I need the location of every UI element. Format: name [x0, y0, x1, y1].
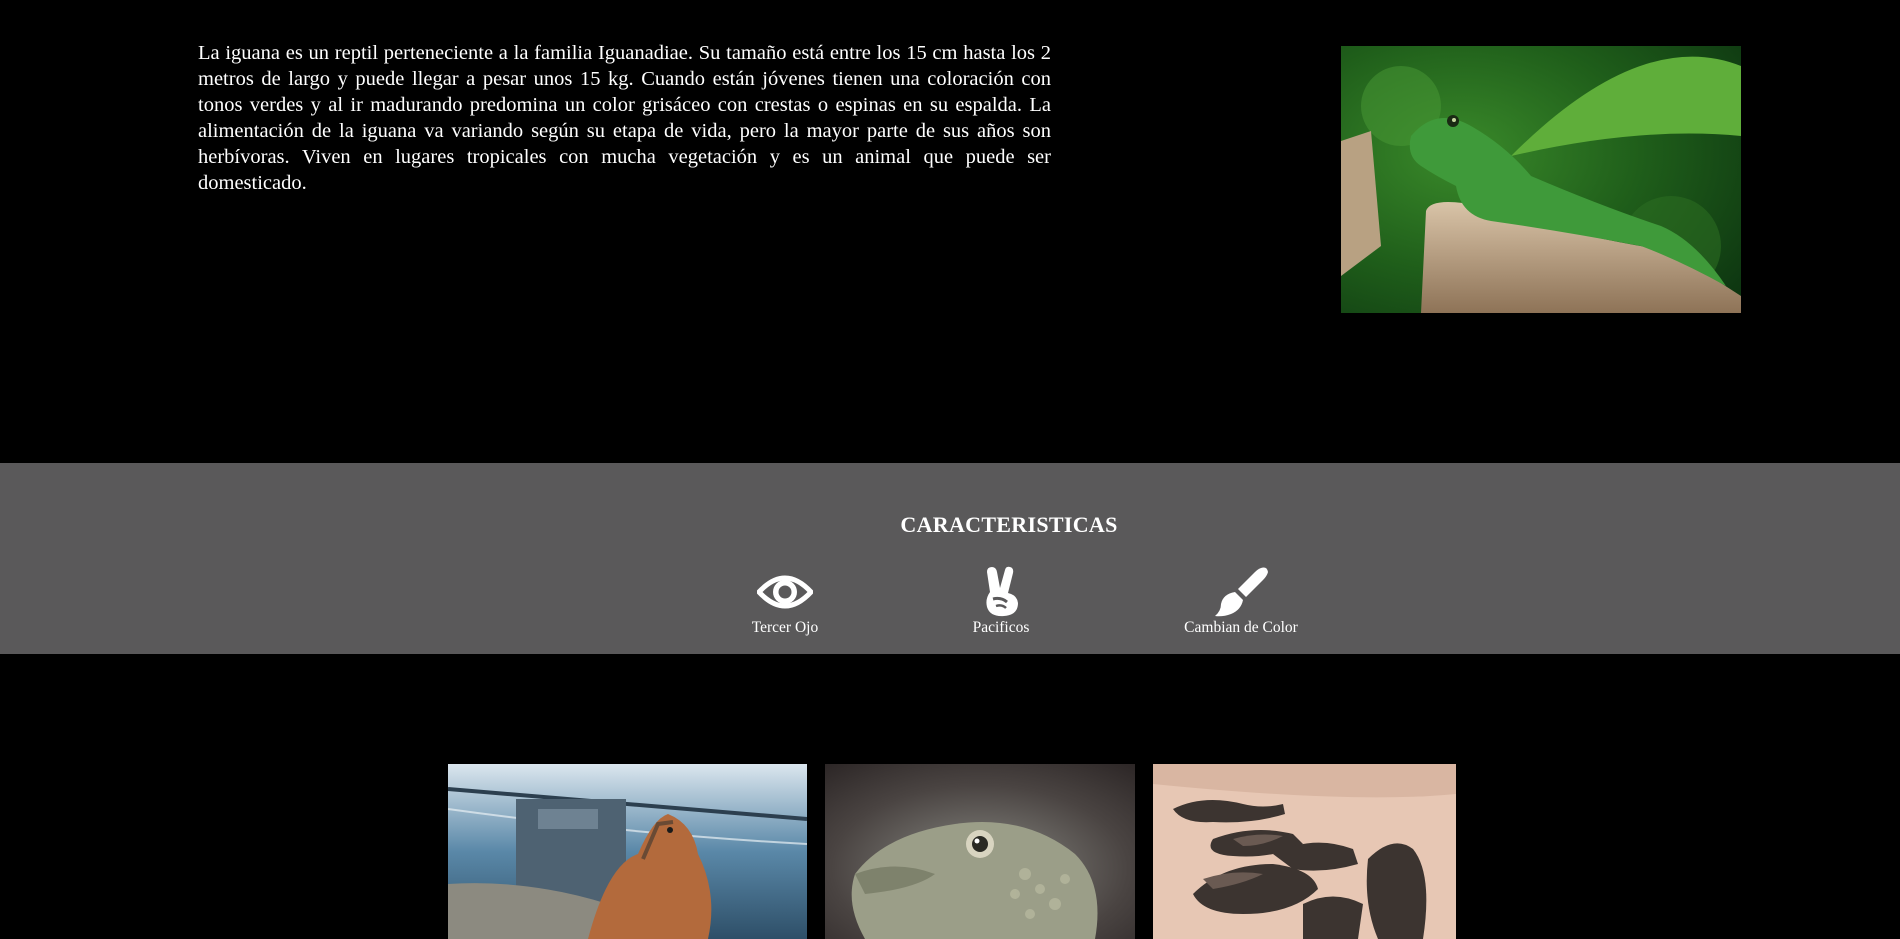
gallery-photo-iguana-beach [448, 764, 807, 939]
features-title: CARACTERISTICAS [900, 512, 1118, 537]
intro-paragraph: La iguana es un reptil perteneciente a l… [198, 42, 1051, 194]
eye-icon [705, 566, 865, 618]
feature-label: Tercer Ojo [751, 619, 819, 636]
paintbrush-icon [1161, 566, 1321, 618]
gallery-photo-iguanas-sand [1153, 764, 1456, 939]
feature-pacificos: Pacificos [921, 566, 1081, 637]
feature-tercer-ojo: Tercer Ojo [705, 566, 865, 637]
feature-cambian-de-color: Cambian de Color [1161, 566, 1321, 637]
hero-iguana-photo [1341, 46, 1741, 313]
feature-label: Cambian de Color [1184, 619, 1298, 636]
features-section: CARACTERISTICAS Tercer Ojo Pacificos Cam… [0, 463, 1900, 654]
gallery-photo-iguana-face [825, 764, 1135, 939]
feature-label: Pacificos [972, 619, 1030, 636]
peace-hand-icon [921, 566, 1081, 618]
